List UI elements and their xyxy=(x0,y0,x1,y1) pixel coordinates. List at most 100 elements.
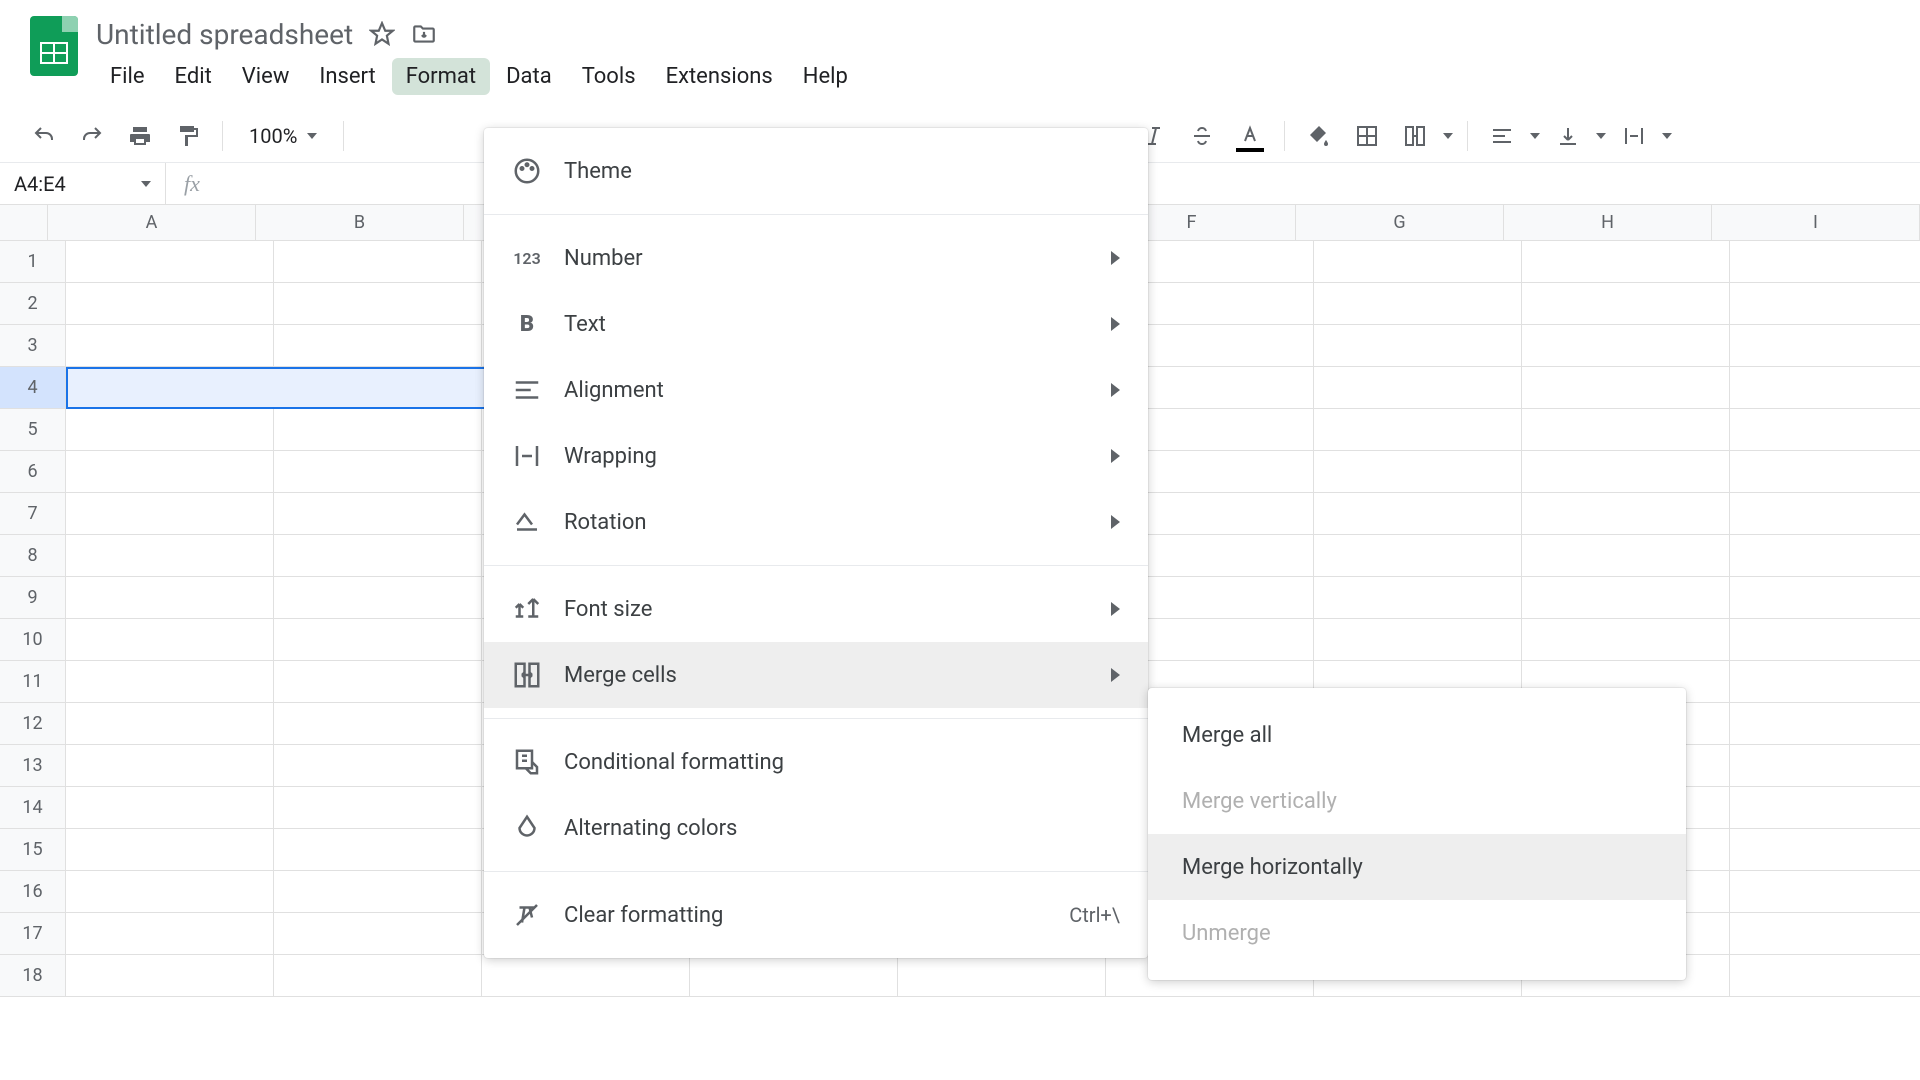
cell[interactable] xyxy=(1522,577,1730,619)
cell[interactable] xyxy=(274,745,482,787)
row-header[interactable]: 11 xyxy=(0,661,66,703)
row-header[interactable]: 18 xyxy=(0,955,66,997)
cell[interactable] xyxy=(274,829,482,871)
star-icon[interactable] xyxy=(369,21,395,47)
chevron-down-icon[interactable] xyxy=(1596,133,1606,139)
cell[interactable] xyxy=(1730,577,1920,619)
format-fontsize[interactable]: Font size xyxy=(484,576,1148,642)
cell[interactable] xyxy=(1522,535,1730,577)
menu-edit[interactable]: Edit xyxy=(161,58,226,95)
cell[interactable] xyxy=(66,451,274,493)
cell[interactable] xyxy=(1314,409,1522,451)
menu-format[interactable]: Format xyxy=(392,58,490,95)
cell[interactable] xyxy=(66,829,274,871)
cell[interactable] xyxy=(66,955,274,997)
cell[interactable] xyxy=(66,661,274,703)
format-text[interactable]: B Text xyxy=(484,291,1148,357)
format-alignment[interactable]: Alignment xyxy=(484,357,1148,423)
row-header[interactable]: 10 xyxy=(0,619,66,661)
row-header[interactable]: 1 xyxy=(0,241,66,283)
cell[interactable] xyxy=(66,283,274,325)
redo-button[interactable] xyxy=(72,116,112,156)
menu-file[interactable]: File xyxy=(96,58,159,95)
cell[interactable] xyxy=(66,241,274,283)
column-header[interactable]: B xyxy=(256,205,464,241)
cell[interactable] xyxy=(1730,241,1920,283)
chevron-down-icon[interactable] xyxy=(1443,133,1453,139)
row-header[interactable]: 3 xyxy=(0,325,66,367)
cell[interactable] xyxy=(274,451,482,493)
cell[interactable] xyxy=(274,283,482,325)
app-logo[interactable] xyxy=(24,16,84,76)
cell[interactable] xyxy=(1730,661,1920,703)
cell[interactable] xyxy=(1522,325,1730,367)
column-header[interactable]: I xyxy=(1712,205,1920,241)
cell[interactable] xyxy=(1314,493,1522,535)
cell[interactable] xyxy=(1522,241,1730,283)
cell[interactable] xyxy=(66,577,274,619)
format-number[interactable]: 123 Number xyxy=(484,225,1148,291)
text-wrap-button[interactable] xyxy=(1614,116,1654,156)
cell[interactable] xyxy=(1730,913,1920,955)
merge-all[interactable]: Merge all xyxy=(1148,702,1686,768)
cell[interactable] xyxy=(1522,451,1730,493)
row-header[interactable]: 7 xyxy=(0,493,66,535)
menu-view[interactable]: View xyxy=(228,58,304,95)
cell[interactable] xyxy=(1314,325,1522,367)
cell[interactable] xyxy=(482,955,690,997)
fill-color-button[interactable] xyxy=(1299,116,1339,156)
cell[interactable] xyxy=(66,745,274,787)
menu-tools[interactable]: Tools xyxy=(568,58,650,95)
select-all-corner[interactable] xyxy=(0,205,48,241)
column-header[interactable]: H xyxy=(1504,205,1712,241)
chevron-down-icon[interactable] xyxy=(1662,133,1672,139)
cell[interactable] xyxy=(274,619,482,661)
format-rotation[interactable]: Rotation xyxy=(484,489,1148,555)
cell[interactable] xyxy=(274,241,482,283)
cell[interactable] xyxy=(1730,619,1920,661)
row-header[interactable]: 9 xyxy=(0,577,66,619)
cell[interactable] xyxy=(1730,955,1920,997)
cell[interactable] xyxy=(274,787,482,829)
column-header[interactable]: G xyxy=(1296,205,1504,241)
menu-insert[interactable]: Insert xyxy=(305,58,389,95)
paint-format-button[interactable] xyxy=(168,116,208,156)
row-header[interactable]: 2 xyxy=(0,283,66,325)
cell[interactable] xyxy=(1730,283,1920,325)
borders-button[interactable] xyxy=(1347,116,1387,156)
cell[interactable] xyxy=(1314,367,1522,409)
cell[interactable] xyxy=(1522,493,1730,535)
cell[interactable] xyxy=(274,955,482,997)
horizontal-align-button[interactable] xyxy=(1482,116,1522,156)
row-header[interactable]: 5 xyxy=(0,409,66,451)
cell[interactable] xyxy=(1730,871,1920,913)
merge-cells-button[interactable] xyxy=(1395,116,1435,156)
cell[interactable] xyxy=(66,409,274,451)
cell[interactable] xyxy=(1522,367,1730,409)
cell[interactable] xyxy=(66,493,274,535)
cell[interactable] xyxy=(1522,409,1730,451)
row-header[interactable]: 6 xyxy=(0,451,66,493)
cell[interactable] xyxy=(1730,535,1920,577)
row-header[interactable]: 14 xyxy=(0,787,66,829)
cell[interactable] xyxy=(1730,745,1920,787)
print-button[interactable] xyxy=(120,116,160,156)
cell[interactable] xyxy=(66,535,274,577)
cell[interactable] xyxy=(274,577,482,619)
format-wrapping[interactable]: Wrapping xyxy=(484,423,1148,489)
cell[interactable] xyxy=(66,871,274,913)
row-header[interactable]: 17 xyxy=(0,913,66,955)
row-header[interactable]: 4 xyxy=(0,367,66,409)
format-conditional[interactable]: Conditional formatting xyxy=(484,729,1148,795)
cell[interactable] xyxy=(1730,367,1920,409)
row-header[interactable]: 16 xyxy=(0,871,66,913)
cell[interactable] xyxy=(274,913,482,955)
cell[interactable] xyxy=(66,703,274,745)
cell[interactable] xyxy=(274,871,482,913)
cell[interactable] xyxy=(1730,451,1920,493)
cell[interactable] xyxy=(1522,619,1730,661)
document-title[interactable]: Untitled spreadsheet xyxy=(96,18,353,51)
cell[interactable] xyxy=(1314,283,1522,325)
cell[interactable] xyxy=(898,955,1106,997)
column-header[interactable]: A xyxy=(48,205,256,241)
